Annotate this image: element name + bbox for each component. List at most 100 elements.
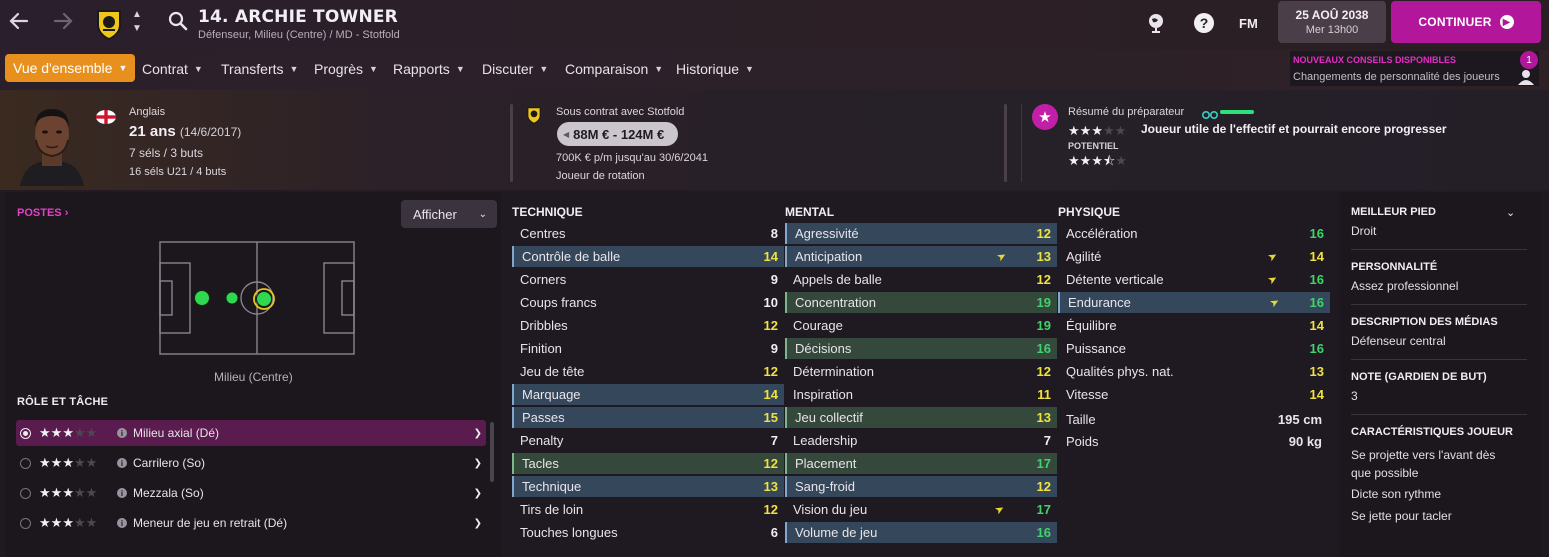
mental-attribute-row[interactable]: Courage 19 [785, 315, 1057, 336]
continue-button[interactable]: CONTINUER ▶ [1391, 1, 1541, 43]
technique-attribute-row[interactable]: Dribbles 12 [512, 315, 784, 336]
physique-attribute-row[interactable]: Qualités phys. nat. 13 [1058, 361, 1330, 382]
tab-transfers[interactable]: Transferts ▼ [221, 61, 298, 77]
radio[interactable] [20, 487, 31, 499]
star-icon: ★ [1115, 153, 1127, 168]
date-box[interactable]: 25 AOÛ 2038 Mer 13h00 [1278, 1, 1386, 43]
chevron-down-icon: ⌄ [478, 208, 487, 220]
radio[interactable] [20, 457, 31, 469]
attribute-value: 16 [1036, 525, 1051, 540]
chevron-down-icon[interactable]: ❯ [474, 428, 482, 439]
chevron-right-icon: › [64, 207, 69, 219]
chevron-down-icon[interactable]: ❯ [474, 518, 482, 529]
physique-attribute-row[interactable]: Agilité ➤ 14 [1058, 246, 1330, 267]
pitch-diagram[interactable] [159, 241, 355, 360]
scrollbar[interactable] [490, 422, 494, 482]
chevron-down-icon[interactable]: ▼ [132, 22, 142, 36]
physique-attribute-row[interactable]: Vitesse 14 [1058, 384, 1330, 405]
info-icon[interactable]: i [117, 518, 127, 528]
role-row[interactable]: ★★★★★ i Carrilero (So) ❯ [16, 450, 486, 476]
fm-logo[interactable]: FM [1239, 16, 1258, 31]
mental-attribute-row[interactable]: Jeu collectif 13 [785, 407, 1057, 428]
info-icon[interactable]: i [117, 488, 127, 498]
physique-attribute-row[interactable]: Détente verticale ➤ 16 [1058, 269, 1330, 290]
player-portrait[interactable] [18, 100, 86, 191]
physique-attribute-row[interactable]: Endurance ➤ 16 [1058, 292, 1330, 313]
star-icon: ★ [39, 485, 51, 500]
tab-discuss[interactable]: Discuter ▼ [482, 61, 548, 77]
attribute-name: Touches longues [520, 525, 618, 540]
radio-selected[interactable] [20, 427, 31, 439]
star-icon: ★ [1079, 123, 1092, 138]
technique-attribute-row[interactable]: Technique 13 [512, 476, 784, 497]
tab-reports[interactable]: Rapports ▼ [393, 61, 465, 77]
technique-attribute-row[interactable]: Tirs de loin 12 [512, 499, 784, 520]
role-row[interactable]: ★★★★★ i Meneur de jeu en retrait (Dé) ❯ [16, 510, 486, 536]
mental-attribute-row[interactable]: Anticipation ➤ 13 [785, 246, 1057, 267]
club-crest-small-icon [526, 106, 542, 129]
mental-attribute-row[interactable]: Concentration 19 [785, 292, 1057, 313]
info-icon[interactable]: i [117, 428, 127, 438]
help-button[interactable]: ? [1194, 13, 1214, 33]
search-icon[interactable] [168, 11, 188, 36]
mental-attribute-row[interactable]: Leadership 7 [785, 430, 1057, 451]
value-pill[interactable]: ◀ 88M € - 124M € [557, 122, 679, 146]
attribute-value: 9 [770, 341, 778, 356]
mental-attribute-row[interactable]: Décisions 16 [785, 338, 1057, 359]
mental-attribute-row[interactable]: Appels de balle 12 [785, 269, 1057, 290]
world-globe-icon[interactable] [1146, 12, 1166, 39]
show-dropdown[interactable]: Afficher ⌄ [401, 200, 497, 228]
positions-link[interactable]: POSTES › [17, 207, 68, 219]
attribute-value: 14 [1309, 249, 1324, 264]
mental-attribute-row[interactable]: Volume de jeu 16 [785, 522, 1057, 543]
tab-contract[interactable]: Contrat ▼ [142, 61, 203, 77]
mental-attribute-row[interactable]: Détermination 12 [785, 361, 1057, 382]
attribute-value: 10 [763, 295, 778, 310]
physique-attribute-row[interactable]: Puissance 16 [1058, 338, 1330, 359]
tab-comparison[interactable]: Comparaison ▼ [565, 61, 663, 77]
physique-attribute-row[interactable]: Accélération 16 [1058, 223, 1330, 244]
back-button[interactable] [8, 10, 30, 36]
technique-attribute-row[interactable]: Centres 8 [512, 223, 784, 244]
tab-overview[interactable]: Vue d'ensemble ▼ [5, 54, 136, 82]
technique-attribute-row[interactable]: Passes 15 [512, 407, 784, 428]
technique-attribute-row[interactable]: Coups francs 10 [512, 292, 784, 313]
mental-attribute-row[interactable]: Vision du jeu ➤ 17 [785, 499, 1057, 520]
arrow-right-icon [53, 12, 73, 30]
attribute-value: 14 [763, 387, 778, 402]
role-row[interactable]: ★★★★★ i Milieu axial (Dé) ❯ [16, 420, 486, 446]
technique-attribute-row[interactable]: Corners 9 [512, 269, 784, 290]
forward-button[interactable] [52, 10, 74, 36]
technique-attribute-row[interactable]: Tacles 12 [512, 453, 784, 474]
advice-panel[interactable]: NOUVEAUX CONSEILS DISPONIBLES Changement… [1290, 51, 1539, 86]
physique-attribute-row[interactable]: Équilibre 14 [1058, 315, 1330, 336]
technique-attribute-row[interactable]: Jeu de tête 12 [512, 361, 784, 382]
tab-history[interactable]: Historique ▼ [676, 61, 754, 77]
technique-attribute-row[interactable]: Touches longues 6 [512, 522, 784, 543]
technique-attribute-row[interactable]: Contrôle de balle 14 [512, 246, 784, 267]
technique-attribute-row[interactable]: Marquage 14 [512, 384, 784, 405]
chevron-down-icon[interactable]: ⌄ [1506, 206, 1515, 219]
chevron-up-icon[interactable]: ▲ [132, 8, 142, 22]
mental-attribute-row[interactable]: Sang-froid 12 [785, 476, 1057, 497]
technique-attribute-row[interactable]: Penalty 7 [512, 430, 784, 451]
mental-attribute-row[interactable]: Inspiration 11 [785, 384, 1057, 405]
mental-attribute-row[interactable]: Agressivité 12 [785, 223, 1057, 244]
player-age: 21 ans (14/6/2017) [129, 123, 241, 140]
tab-progress[interactable]: Progrès ▼ [314, 61, 378, 77]
role-row[interactable]: ★★★★★ i Mezzala (So) ❯ [16, 480, 486, 506]
technique-attribute-row[interactable]: Finition 9 [512, 338, 784, 359]
info-icon[interactable]: i [117, 458, 127, 468]
attribute-name: Centres [520, 226, 566, 241]
physique-title: PHYSIQUE [1058, 205, 1121, 219]
mental-attribute-row[interactable]: Placement 17 [785, 453, 1057, 474]
radio[interactable] [20, 517, 31, 529]
profile-strip: Anglais 21 ans (14/6/2017) 7 séls / 3 bu… [0, 90, 1549, 190]
player-switch-arrows[interactable]: ▲ ▼ [132, 8, 142, 36]
chevron-down-icon[interactable]: ❯ [474, 488, 482, 499]
chevron-down-icon[interactable]: ❯ [474, 458, 482, 469]
u21-caps: 16 séls U21 / 4 buts [129, 166, 227, 178]
attribute-value: 19 [1036, 318, 1051, 333]
club-crest-icon[interactable] [95, 8, 123, 45]
attribute-value: 16 [1309, 341, 1324, 356]
